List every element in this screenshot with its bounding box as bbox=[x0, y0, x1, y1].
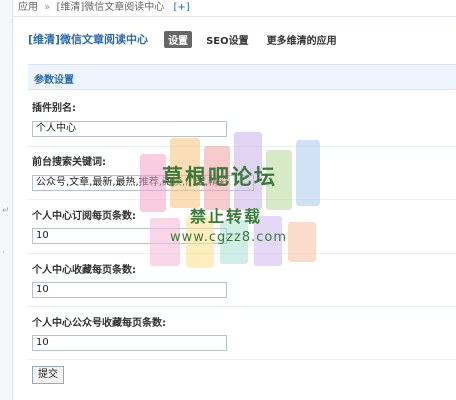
breadcrumb-app-link[interactable]: 应用 bbox=[18, 2, 38, 13]
section-header: 参数设置 bbox=[28, 64, 456, 90]
breadcrumb-current: [维清]微信文章阅读中心 bbox=[56, 2, 165, 13]
field-label-account-favorite-page-size: 个人中心公众号收藏每页条数: bbox=[32, 318, 166, 329]
watermark-block bbox=[296, 140, 320, 206]
plugin-title: [维清]微信文章阅读中心 bbox=[28, 33, 149, 46]
field-label-subscribe-page-size: 个人中心订阅每页条数: bbox=[32, 211, 136, 222]
watermark-notice: 禁止转载 bbox=[190, 207, 263, 226]
watermark-url: www.cgzz8.com bbox=[170, 230, 288, 245]
row-divider bbox=[28, 359, 456, 360]
plugin-header: [维清]微信文章阅读中心 设置 SEO设置 更多维清的应用 bbox=[28, 30, 351, 48]
breadcrumb: 应用 » [维清]微信文章阅读中心 [+] bbox=[18, 0, 190, 16]
watermark-graphic bbox=[140, 132, 330, 272]
tab-settings[interactable]: 设置 bbox=[164, 30, 193, 48]
favorite-page-size-input[interactable]: 10 bbox=[32, 282, 227, 298]
sidebar-edge-glyph: ↵ bbox=[2, 206, 10, 216]
section-title: 参数设置 bbox=[34, 75, 74, 86]
field-label-plugin-alias: 插件别名: bbox=[32, 103, 76, 114]
left-sidebar-edge: ↵ · bbox=[0, 0, 13, 400]
row-divider bbox=[28, 306, 456, 307]
divider bbox=[12, 16, 456, 17]
account-favorite-page-size-input[interactable]: 10 bbox=[32, 335, 227, 351]
field-label-search-keywords: 前台搜索关键词: bbox=[32, 157, 106, 168]
watermark-site-name: 草根吧论坛 bbox=[162, 165, 277, 189]
watermark-block bbox=[288, 222, 316, 262]
breadcrumb-add-link[interactable]: [+] bbox=[174, 2, 190, 13]
tab-more-apps[interactable]: 更多维清的应用 bbox=[263, 31, 341, 48]
breadcrumb-separator: » bbox=[44, 2, 51, 13]
submit-button[interactable]: 提交 bbox=[32, 366, 64, 384]
tab-seo-settings[interactable]: SEO设置 bbox=[202, 31, 253, 48]
sidebar-edge-glyph: · bbox=[2, 248, 5, 258]
field-label-favorite-page-size: 个人中心收藏每页条数: bbox=[32, 265, 136, 276]
